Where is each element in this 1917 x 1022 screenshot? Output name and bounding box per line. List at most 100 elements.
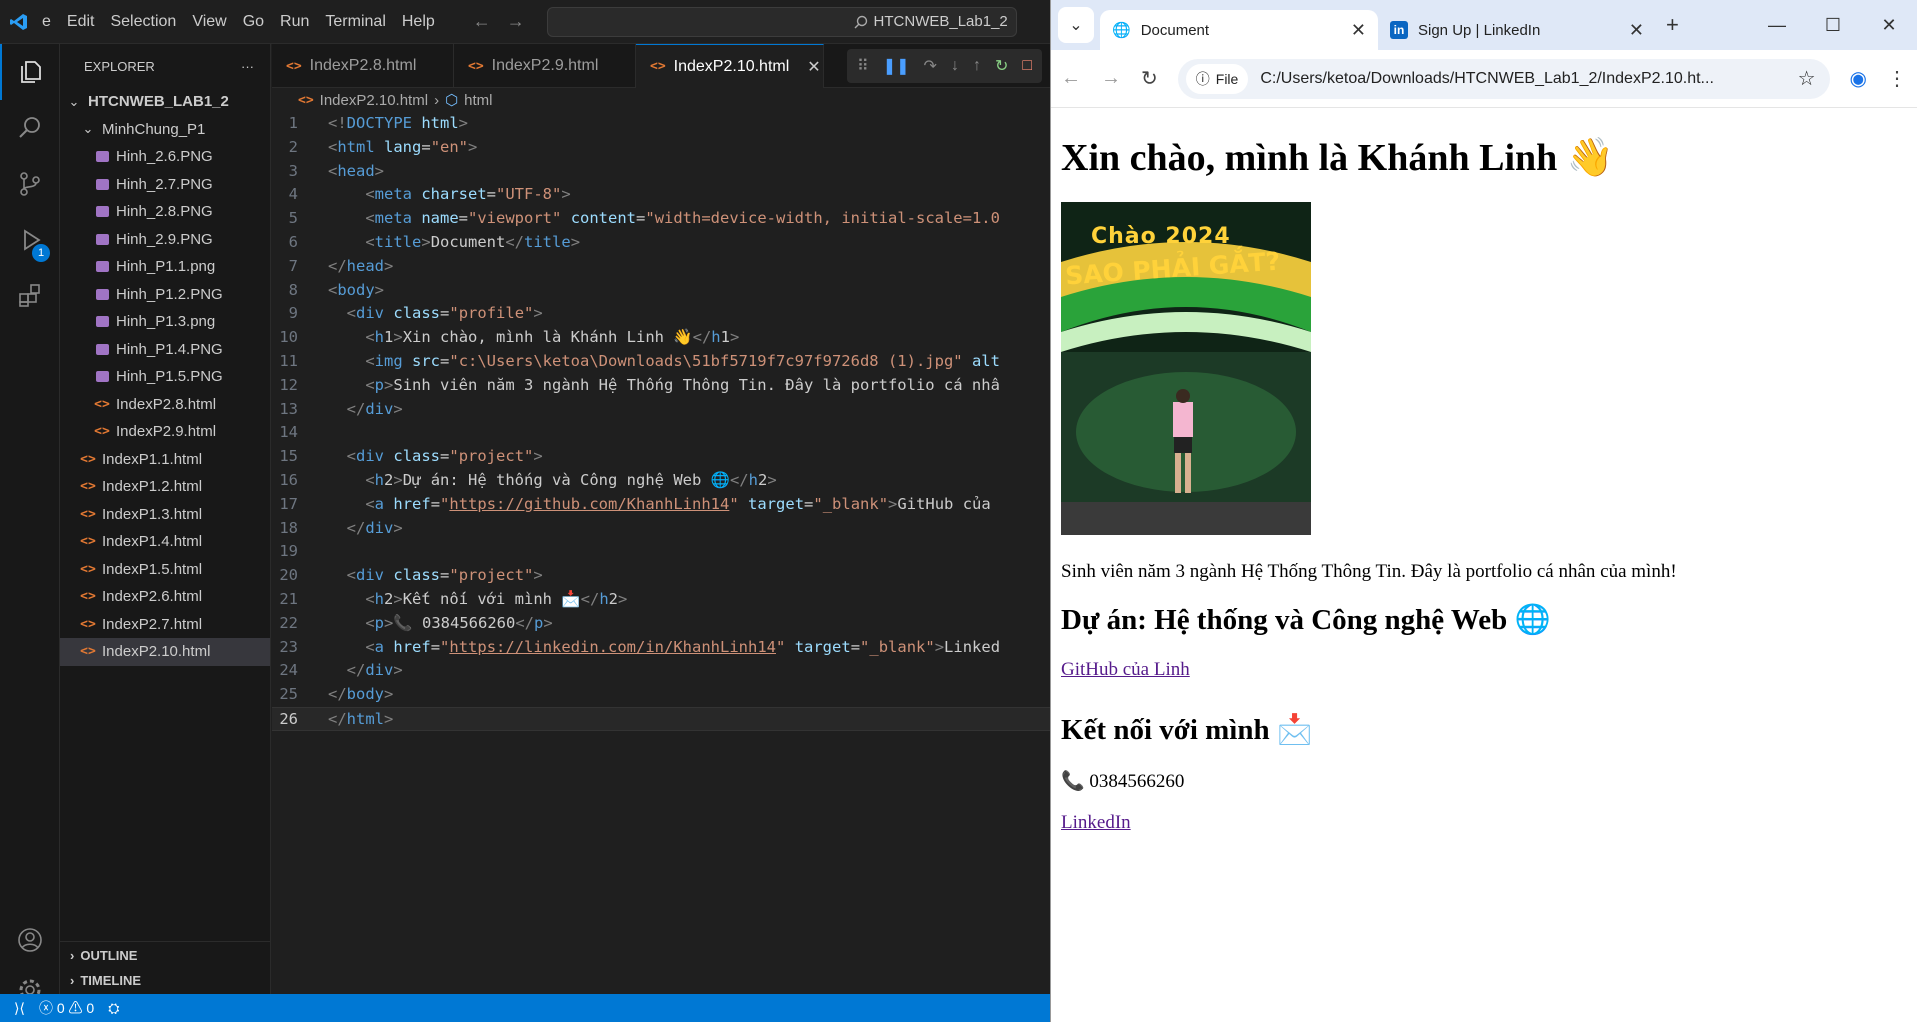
back-arrow-icon[interactable]: ←: [473, 11, 491, 32]
code-line[interactable]: 15 <div class="project">: [272, 445, 1050, 469]
breadcrumb-file[interactable]: IndexP2.10.html: [320, 92, 428, 109]
breadcrumb-node[interactable]: html: [464, 92, 492, 109]
command-center-search[interactable]: HTCNWEB_Lab1_2: [546, 6, 1017, 37]
menu-kebab-icon[interactable]: ⋮: [1887, 66, 1907, 91]
tree-file-item[interactable]: <> IndexP2.10.html: [60, 638, 270, 666]
code-line[interactable]: 7 </head>: [272, 255, 1050, 279]
search-icon[interactable]: [0, 100, 60, 156]
code-line[interactable]: 9 <div class="profile">: [272, 302, 1050, 326]
code-line[interactable]: 22 <p>📞 0384566260</p>: [272, 612, 1050, 636]
code-line[interactable]: 14: [272, 421, 1050, 445]
outline-section[interactable]: › OUTLINE: [60, 941, 271, 969]
tree-file-item[interactable]: <> IndexP2.6.html: [60, 583, 270, 611]
code-line[interactable]: 6 <title>Document</title>: [272, 231, 1050, 255]
remote-icon[interactable]: ⟩⟨: [14, 1000, 25, 1017]
source-control-icon[interactable]: [0, 156, 60, 212]
back-arrow-icon[interactable]: ←: [1061, 67, 1081, 90]
tree-file-item[interactable]: Hinh_P1.4.PNG: [60, 336, 270, 364]
tree-file-item[interactable]: <> IndexP1.1.html: [60, 446, 270, 474]
minimize-icon[interactable]: —: [1749, 15, 1805, 36]
code-line[interactable]: 25 </body>: [272, 683, 1050, 707]
debug-status-icon[interactable]: ⛭: [108, 1000, 119, 1017]
code-line[interactable]: 17 <a href="https://github.com/KhanhLinh…: [272, 493, 1050, 517]
menu-item[interactable]: Edit: [59, 0, 103, 44]
tree-file-item[interactable]: Hinh_P1.2.PNG: [60, 281, 270, 309]
tree-file-item[interactable]: Hinh_P1.3.png: [60, 308, 270, 336]
code-line[interactable]: 3 <head>: [272, 160, 1050, 184]
menu-item[interactable]: Go: [235, 0, 272, 44]
tree-file-item[interactable]: Hinh_P1.5.PNG: [60, 363, 270, 391]
tree-file-item[interactable]: Hinh_2.8.PNG: [60, 198, 270, 226]
forward-arrow-icon[interactable]: →: [1101, 67, 1121, 90]
timeline-section[interactable]: › TIMELINE: [60, 966, 271, 994]
close-window-icon[interactable]: ✕: [1861, 15, 1917, 36]
site-info-chip[interactable]: ⓘ File: [1185, 63, 1249, 94]
github-link[interactable]: GitHub của Linh: [1061, 659, 1190, 680]
step-over-icon[interactable]: ↷: [924, 56, 937, 76]
tree-file-item[interactable]: Hinh_2.9.PNG: [60, 226, 270, 254]
menu-item[interactable]: View: [184, 0, 234, 44]
reload-icon[interactable]: ↻: [1141, 66, 1158, 91]
tree-file-item[interactable]: Hinh_P1.1.png: [60, 253, 270, 281]
code-line[interactable]: 11 <img src="c:\Users\ketoa\Downloads\51…: [272, 350, 1050, 374]
stop-icon[interactable]: □: [1022, 57, 1032, 75]
project-root-folder[interactable]: ⌄ HTCNWEB_LAB1_2: [60, 88, 270, 116]
code-line[interactable]: 4 <meta charset="UTF-8">: [272, 183, 1050, 207]
linkedin-link[interactable]: LinkedIn: [1061, 812, 1131, 833]
extensions-icon[interactable]: [0, 268, 60, 324]
code-line[interactable]: 26 </html>: [272, 706, 1050, 731]
close-tab-icon[interactable]: ✕: [1629, 20, 1644, 41]
editor-tab[interactable]: <> IndexP2.9.html: [454, 44, 636, 88]
editor-tab[interactable]: <> IndexP2.10.html ✕: [636, 44, 824, 88]
code-line[interactable]: 19: [272, 540, 1050, 564]
menu-item[interactable]: Run: [272, 0, 317, 44]
restart-icon[interactable]: ↻: [995, 56, 1008, 76]
profile-icon[interactable]: ◉: [1850, 66, 1867, 91]
code-line[interactable]: 8 <body>: [272, 279, 1050, 303]
tree-file-item[interactable]: <> IndexP1.2.html: [60, 473, 270, 501]
tree-file-item[interactable]: <> IndexP2.7.html: [60, 611, 270, 639]
code-editor[interactable]: 1 <!DOCTYPE html> 2 <html lang="en"> 3 <head>…: [272, 112, 1050, 731]
new-tab-button[interactable]: +: [1666, 12, 1679, 38]
address-bar[interactable]: ⓘ File C:/Users/ketoa/Downloads/HTCNWEB_…: [1177, 58, 1830, 99]
tree-file-item[interactable]: Hinh_2.6.PNG: [60, 143, 270, 171]
menu-item[interactable]: Selection: [102, 0, 184, 44]
problems-indicator[interactable]: ⓧ 0 ⚠ 0: [39, 998, 94, 1018]
code-line[interactable]: 23 <a href="https://linkedin.com/in/Khan…: [272, 636, 1050, 660]
tree-file-item[interactable]: <> IndexP2.8.html: [60, 391, 270, 419]
step-into-icon[interactable]: ↓: [951, 57, 959, 75]
account-icon[interactable]: [0, 912, 60, 968]
tree-file-item[interactable]: <> IndexP1.5.html: [60, 556, 270, 584]
browser-tab-document[interactable]: 🌐 Document ✕: [1100, 10, 1378, 50]
drag-handle-icon[interactable]: ⠿: [857, 56, 869, 76]
menu-item[interactable]: e: [34, 0, 59, 44]
code-line[interactable]: 24 </div>: [272, 659, 1050, 683]
bookmark-star-icon[interactable]: ☆: [1798, 66, 1816, 91]
code-line[interactable]: 10 <h1>Xin chào, mình là Khánh Linh 👋</h…: [272, 326, 1050, 350]
close-tab-icon[interactable]: ✕: [807, 57, 820, 77]
maximize-icon[interactable]: ☐: [1805, 15, 1861, 36]
code-line[interactable]: 1 <!DOCTYPE html>: [272, 112, 1050, 136]
menu-item[interactable]: Terminal: [317, 0, 393, 44]
code-line[interactable]: 20 <div class="project">: [272, 564, 1050, 588]
forward-arrow-icon[interactable]: →: [507, 11, 525, 32]
browser-tab-linkedin[interactable]: in Sign Up | LinkedIn ✕: [1378, 10, 1656, 50]
code-line[interactable]: 13 </div>: [272, 398, 1050, 422]
explorer-icon[interactable]: [0, 44, 60, 100]
step-out-icon[interactable]: ↑: [973, 57, 981, 75]
editor-tab[interactable]: <> IndexP2.8.html: [272, 44, 454, 88]
code-line[interactable]: 16 <h2>Dự án: Hệ thống và Công nghệ Web …: [272, 469, 1050, 493]
tree-file-item[interactable]: <> IndexP1.3.html: [60, 501, 270, 529]
code-line[interactable]: 5 <meta name="viewport" content="width=d…: [272, 207, 1050, 231]
code-line[interactable]: 12 <p>Sinh viên năm 3 ngành Hệ Thống Thô…: [272, 374, 1050, 398]
close-tab-icon[interactable]: ✕: [1351, 20, 1366, 41]
menu-item[interactable]: Help: [394, 0, 443, 44]
url-text[interactable]: C:/Users/ketoa/Downloads/HTCNWEB_Lab1_2/…: [1260, 70, 1785, 88]
tree-file-item[interactable]: <> IndexP1.4.html: [60, 528, 270, 556]
code-line[interactable]: 21 <h2>Kết nối với mình 📩</h2>: [272, 588, 1050, 612]
code-line[interactable]: 18 </div>: [272, 517, 1050, 541]
pause-icon[interactable]: ❚❚: [883, 56, 910, 76]
folder-minhchung[interactable]: ⌄ MinhChung_P1: [60, 116, 270, 144]
tree-file-item[interactable]: <> IndexP2.9.html: [60, 418, 270, 446]
code-line[interactable]: 2 <html lang="en">: [272, 136, 1050, 160]
